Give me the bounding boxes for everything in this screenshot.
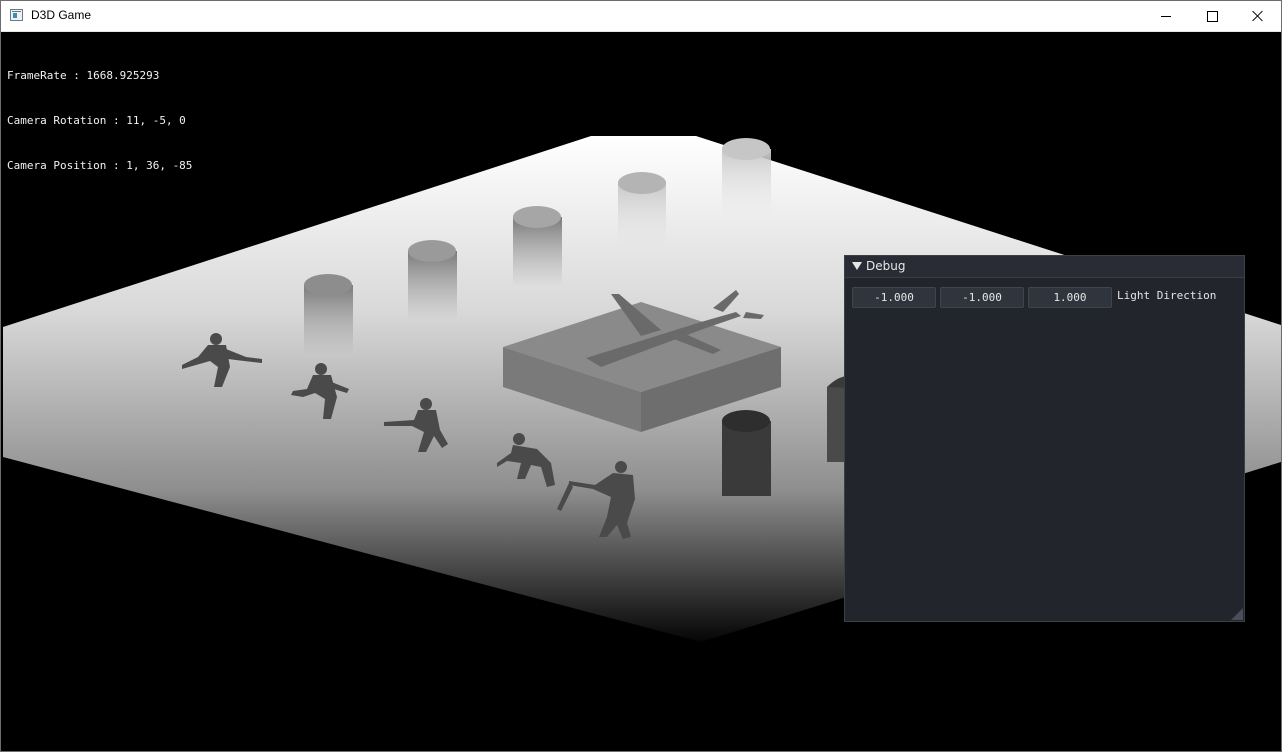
light-direction-z-field[interactable]: 1.000 xyxy=(1028,287,1112,308)
light-direction-y-field[interactable]: -1.000 xyxy=(940,287,1024,308)
debug-hud-text: FrameRate : 1668.925293 Camera Rotation … xyxy=(7,38,192,203)
maximize-button[interactable] xyxy=(1189,1,1235,31)
collapse-triangle-icon[interactable] xyxy=(852,262,862,270)
camera-position-readout: Camera Position : 1, 36, -85 xyxy=(7,159,193,172)
light-direction-label: Light Direction xyxy=(1117,289,1217,302)
minimize-icon xyxy=(1161,15,1171,17)
close-icon xyxy=(1252,10,1264,22)
pillar xyxy=(304,274,353,355)
light-direction-x-field[interactable]: -1.000 xyxy=(852,287,936,308)
debug-panel: Debug -1.000 -1.000 1.000 Light Directio… xyxy=(844,255,1245,622)
pillar xyxy=(722,138,771,219)
framerate-readout: FrameRate : 1668.925293 xyxy=(7,69,160,82)
resize-grip-icon[interactable] xyxy=(1231,608,1243,620)
pillar xyxy=(618,172,666,253)
pillar xyxy=(722,410,771,496)
render-viewport[interactable]: FrameRate : 1668.925293 Camera Rotation … xyxy=(1,32,1281,751)
window-title: D3D Game xyxy=(31,8,92,22)
game-window: D3D Game FrameRate: 1668.925293 Camera … xyxy=(0,0,1282,752)
debug-panel-titlebar[interactable]: Debug xyxy=(845,256,1244,278)
close-button[interactable] xyxy=(1235,1,1281,31)
window-titlebar[interactable]: D3D Game xyxy=(1,1,1281,32)
maximize-icon xyxy=(1206,10,1218,22)
camera-rotation-readout: Camera Rotation : 11, -5, 0 xyxy=(7,114,186,127)
pillar xyxy=(408,240,457,321)
debug-panel-title: Debug xyxy=(866,259,906,273)
minimize-button[interactable] xyxy=(1143,1,1189,31)
pillar xyxy=(513,206,562,287)
window-app-icon xyxy=(10,9,23,21)
